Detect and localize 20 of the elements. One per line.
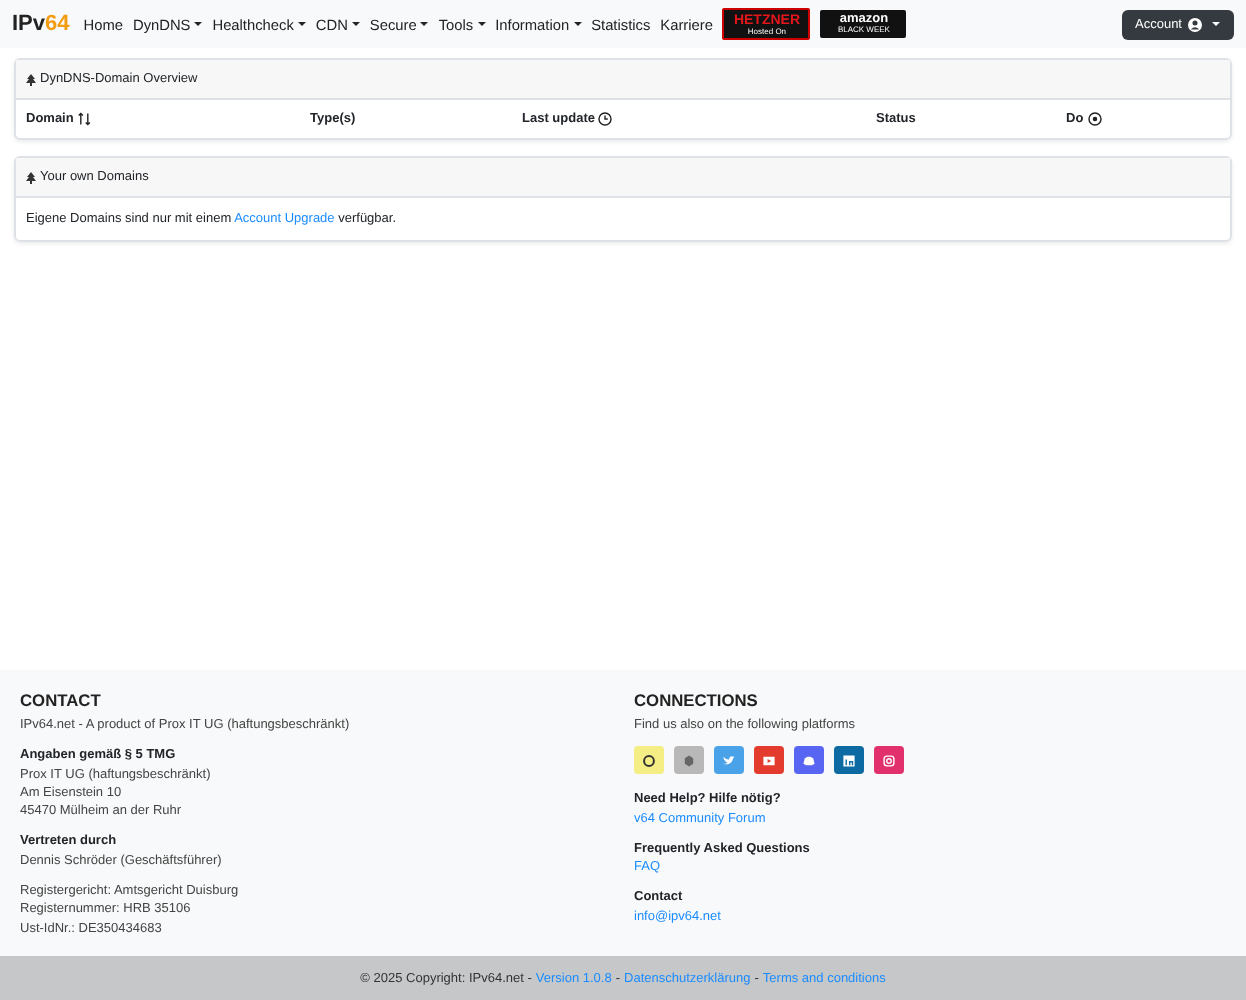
youtube-icon[interactable] [754,746,784,775]
sort-icon[interactable] [77,112,92,126]
caret-icon[interactable] [297,22,306,26]
circle-dot-icon [1087,112,1102,126]
caret-icon[interactable] [573,22,582,26]
tree-icon [26,171,36,183]
user-icon [1188,17,1202,31]
caret-icon[interactable] [420,22,429,26]
caret-icon [1212,22,1220,26]
caret-icon[interactable] [477,22,486,26]
twitter-icon[interactable] [714,746,744,775]
caret-icon[interactable] [351,22,360,26]
instagram-icon[interactable] [874,746,904,775]
tree-icon [26,73,36,85]
section-heading: CONNECTIONS [634,690,760,710]
linkedin-icon[interactable] [834,746,864,775]
caret-icon[interactable] [194,22,203,26]
clock-icon [598,112,613,126]
section-heading: CONTACT [20,690,103,710]
logo[interactable]: IPv64 [12,12,70,36]
